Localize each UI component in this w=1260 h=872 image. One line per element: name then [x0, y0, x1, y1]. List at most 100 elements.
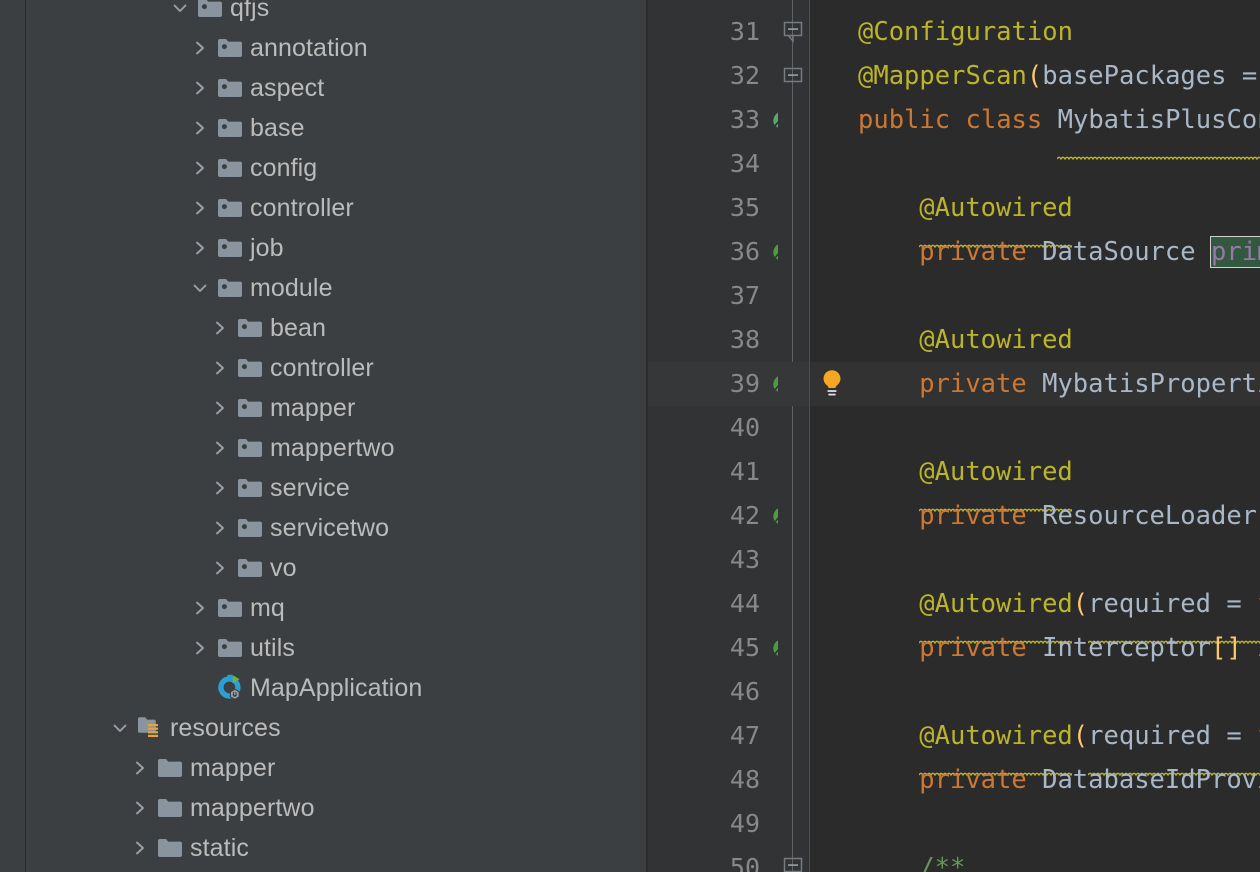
code-line[interactable]: @Autowired — [918, 450, 1076, 513]
tree-node-label: mappertwo — [190, 794, 315, 822]
chevron-right-icon[interactable] — [206, 468, 234, 508]
code-line[interactable]: @Autowired(required = fals — [918, 582, 1260, 645]
tree-node-aspect[interactable]: aspect — [26, 68, 646, 108]
code-token-comment: /** — [919, 853, 966, 872]
code-line[interactable]: @Autowired — [918, 318, 1076, 381]
package-icon — [214, 268, 246, 308]
code-line[interactable]: private MybatisProperties — [919, 362, 1260, 406]
tree-node-job[interactable]: job — [26, 228, 646, 268]
code-line[interactable]: @MapperScan(basePackages = {"c — [858, 54, 1260, 98]
tree-node-mapper[interactable]: mapper — [26, 388, 646, 428]
chevron-right-icon[interactable] — [126, 828, 154, 868]
chevron-right-icon[interactable] — [206, 388, 234, 428]
chevron-right-icon[interactable] — [186, 68, 214, 108]
chevron-right-icon[interactable] — [186, 28, 214, 68]
tree-node-qfjs[interactable]: qfjs — [26, 0, 646, 28]
tree-node-label: job — [250, 234, 284, 262]
package-icon — [194, 0, 226, 28]
tree-node-utils[interactable]: utils — [26, 628, 646, 668]
search-highlight-token: primary — [1209, 236, 1260, 268]
package-icon — [214, 228, 246, 268]
code-token-identifier: DataSource — [1042, 237, 1196, 267]
code-folding-strip[interactable] — [778, 0, 810, 872]
chevron-down-icon[interactable] — [166, 0, 194, 28]
package-icon — [214, 188, 246, 228]
tree-node-mapapplication[interactable]: MapApplication — [26, 668, 646, 708]
package-icon — [234, 508, 266, 548]
editor-gutter[interactable]: 313233e343536373839404142434445464748495… — [648, 0, 796, 872]
tree-node-controller[interactable]: controller — [26, 188, 646, 228]
tree-node-module[interactable]: module — [26, 268, 646, 308]
package-icon — [234, 308, 266, 348]
code-fold-marker[interactable] — [782, 21, 804, 43]
tree-node-controller[interactable]: controller — [26, 348, 646, 388]
code-fold-marker[interactable] — [782, 857, 804, 872]
code-fold-marker[interactable] — [782, 65, 804, 85]
chevron-right-icon[interactable] — [206, 428, 234, 468]
code-line[interactable]: private DataSource primary — [919, 230, 1260, 274]
chevron-right-icon[interactable] — [126, 748, 154, 788]
tree-node-label: aspect — [250, 74, 325, 102]
code-line[interactable]: private DatabaseIdProvider — [919, 758, 1260, 802]
code-line[interactable]: /** — [919, 846, 965, 872]
code-token-keyword: public — [858, 105, 951, 135]
tree-node-config[interactable]: config — [26, 148, 646, 188]
tree-node-label: mappertwo — [270, 434, 395, 462]
folder-icon — [154, 748, 186, 788]
code-line[interactable]: private Interceptor[] inte — [919, 626, 1260, 670]
code-token-keyword: class — [965, 105, 1043, 135]
package-icon — [214, 588, 246, 628]
chevron-right-icon[interactable] — [206, 548, 234, 588]
chevron-right-icon[interactable] — [186, 588, 214, 628]
tree-node-mappertwo[interactable]: mappertwo — [26, 428, 646, 468]
line-number: 39 — [729, 369, 760, 398]
chevron-right-icon[interactable] — [206, 308, 234, 348]
code-text-area[interactable]: @Configuration @MapperScan(basePackages =… — [810, 0, 1260, 872]
chevron-right-icon[interactable] — [126, 788, 154, 828]
chevron-right-icon[interactable] — [206, 348, 234, 388]
code-line[interactable]: private ResourceLoader res — [919, 494, 1260, 538]
folder-icon — [154, 828, 186, 868]
line-number: 45 — [729, 633, 760, 662]
tree-node-mappertwo[interactable]: mappertwo — [26, 788, 646, 828]
code-token-annotation: @Configuration — [858, 17, 1073, 47]
tree-node-annotation[interactable]: annotation — [26, 28, 646, 68]
line-number: 35 — [729, 193, 760, 222]
chevron-right-icon[interactable] — [186, 228, 214, 268]
package-icon — [214, 148, 246, 188]
tree-node-bean[interactable]: bean — [26, 308, 646, 348]
line-number: 36 — [729, 237, 760, 266]
intention-bulb-icon[interactable] — [820, 369, 844, 399]
tree-arrow-placeholder — [186, 668, 214, 708]
code-token-keyword: private — [919, 237, 1027, 267]
chevron-right-icon[interactable] — [186, 188, 214, 228]
chevron-right-icon[interactable] — [186, 628, 214, 668]
code-token-keyword: private — [919, 501, 1027, 531]
tree-node-label: resources — [170, 714, 281, 742]
chevron-right-icon[interactable] — [206, 508, 234, 548]
code-token-keyword: private — [919, 369, 1027, 399]
chevron-down-icon[interactable] — [106, 708, 134, 748]
tree-node-resources[interactable]: resources — [26, 708, 646, 748]
chevron-right-icon[interactable] — [186, 108, 214, 148]
editor-pane[interactable]: 313233e343536373839404142434445464748495… — [648, 0, 1260, 872]
tree-node-vo[interactable]: vo — [26, 548, 646, 588]
code-line[interactable]: @Configuration — [858, 10, 1073, 54]
chevron-down-icon[interactable] — [186, 268, 214, 308]
tree-node-service[interactable]: service — [26, 468, 646, 508]
tree-node-label: vo — [270, 554, 297, 582]
code-line[interactable]: public class MybatisPlusConfig — [858, 98, 1260, 161]
project-tool-window[interactable]: qfjs annotation aspect base config controller… — [0, 0, 648, 872]
code-line[interactable]: @Autowired — [918, 186, 1076, 249]
tree-node-base[interactable]: base — [26, 108, 646, 148]
tree-node-mq[interactable]: mq — [26, 588, 646, 628]
tree-node-servicetwo[interactable]: servicetwo — [26, 508, 646, 548]
tree-node-static[interactable]: static — [26, 828, 646, 868]
line-number: 42 — [729, 501, 760, 530]
chevron-right-icon[interactable] — [186, 148, 214, 188]
code-line[interactable]: @Autowired(required = fals — [918, 714, 1260, 777]
tree-node-label: static — [190, 834, 249, 862]
warning-squiggle — [918, 350, 1076, 381]
tree-node-mapper[interactable]: mapper — [26, 748, 646, 788]
